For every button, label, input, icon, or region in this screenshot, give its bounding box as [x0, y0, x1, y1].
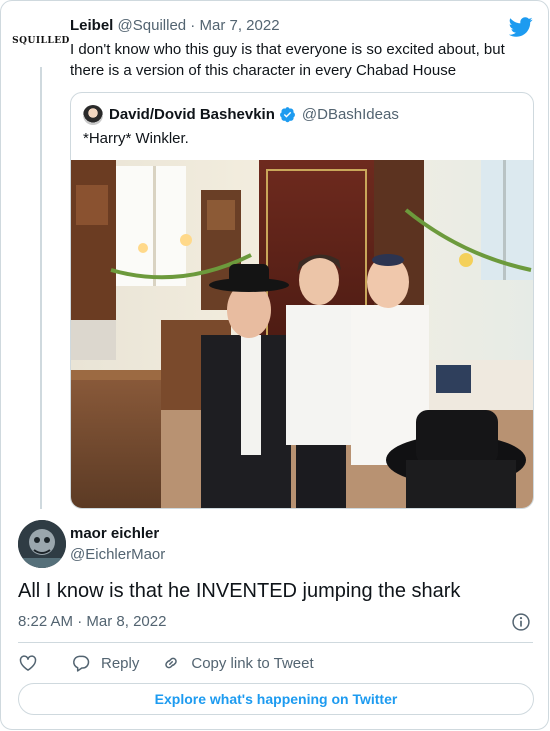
reply-timestamp[interactable]: 8:22 AM · Mar 8, 2022	[18, 613, 166, 630]
quoted-tweet-text: *Harry* Winkler.	[83, 130, 189, 147]
twitter-bird-icon[interactable]	[509, 15, 533, 39]
parent-author-handle[interactable]: @Squilled	[118, 17, 187, 34]
quoted-author-handle: @DBashIdeas	[301, 106, 399, 123]
quoted-tweet[interactable]: David/Dovid Bashevkin @DBashIdeas *Harry…	[70, 92, 534, 509]
heart-icon	[19, 655, 37, 671]
reply-button-label: Reply	[101, 654, 140, 672]
avatar-logo-text: SQUILLED	[12, 36, 70, 46]
reply-bubble-icon	[73, 655, 90, 672]
copy-link-button[interactable]: Copy link to Tweet	[161, 653, 314, 673]
quoted-tweet-header: David/Dovid Bashevkin @DBashIdeas	[109, 106, 399, 123]
like-button[interactable]	[18, 653, 38, 673]
timestamp-separator: ·	[73, 613, 87, 630]
divider	[18, 642, 533, 643]
parent-tweet-date[interactable]: Mar 7, 2022	[199, 17, 279, 34]
info-icon[interactable]	[511, 612, 531, 632]
link-icon	[165, 657, 178, 669]
quoted-author-avatar	[83, 105, 103, 125]
reply-author-handle[interactable]: @EichlerMaor	[70, 546, 165, 563]
reply-tweet-text: All I know is that he INVENTED jumping t…	[18, 580, 461, 602]
avatar-image	[18, 520, 66, 568]
thread-connector-line	[40, 67, 42, 509]
reply-author-avatar[interactable]	[18, 520, 66, 568]
reply-author-name[interactable]: maor eichler	[70, 525, 159, 542]
quoted-tweet-photo[interactable]	[71, 160, 534, 509]
explore-twitter-button[interactable]: Explore what's happening on Twitter	[18, 683, 534, 715]
tweet-embed-card: SQUILLED Leibel @Squilled · Mar 7, 2022 …	[0, 0, 549, 730]
reply-button[interactable]: Reply	[71, 653, 139, 673]
parent-tweet-header: Leibel @Squilled · Mar 7, 2022	[70, 17, 280, 34]
header-separator: ·	[186, 17, 200, 34]
copy-link-label: Copy link to Tweet	[191, 654, 314, 672]
tweet-actions-bar: Reply Copy link to Tweet	[18, 651, 314, 675]
parent-avatar[interactable]: SQUILLED	[12, 19, 69, 63]
reply-date: Mar 8, 2022	[86, 613, 167, 630]
quoted-author-name: David/Dovid Bashevkin	[109, 106, 275, 123]
reply-time: 8:22 AM	[18, 613, 74, 630]
verified-badge-icon	[279, 107, 295, 123]
parent-tweet-text: I don't know who this guy is that everyo…	[70, 41, 505, 79]
parent-author-name[interactable]: Leibel	[70, 17, 113, 34]
